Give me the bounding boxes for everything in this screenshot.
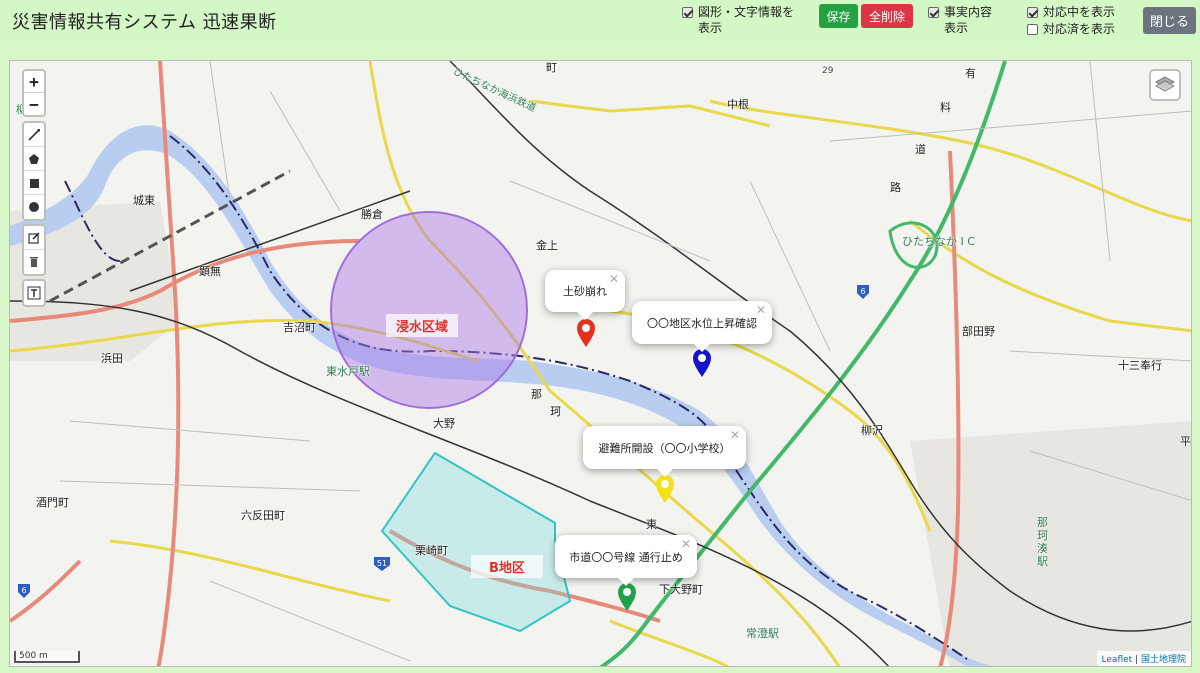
draw-circle-icon[interactable] — [24, 195, 44, 219]
popup-text: 土砂崩れ — [563, 285, 607, 298]
popup-text: 市道〇〇号線 通行止め — [569, 550, 683, 564]
place-label: 顕無 — [199, 265, 221, 278]
text-tool-icon[interactable] — [24, 281, 44, 305]
close-button[interactable]: 閉じる — [1143, 7, 1196, 34]
map-marker-icon[interactable] — [576, 318, 596, 348]
place-label: 金上 — [536, 239, 558, 252]
place-label: 那珂湊駅 — [1037, 516, 1048, 568]
route-shield-icon: 51 — [374, 557, 390, 571]
place-label: 有 — [965, 67, 976, 80]
trash-icon[interactable] — [24, 250, 44, 274]
place-label: 道 — [915, 143, 926, 156]
place-label: 下大野町 — [659, 583, 703, 596]
checkbox-icon[interactable] — [682, 7, 693, 18]
draw-rectangle-icon[interactable] — [24, 171, 44, 195]
show-details-label: 事実内容 — [944, 5, 993, 19]
place-label: 東 — [646, 518, 657, 531]
place-label: 町 — [546, 61, 557, 74]
route-shield-icon: 6 — [857, 285, 869, 299]
place-label: 中根 — [727, 98, 749, 111]
popup-close-icon[interactable]: ✕ — [730, 428, 740, 442]
place-label: 十三奉行 — [1118, 359, 1162, 372]
place-label: ひたちなか I C — [902, 235, 975, 248]
draw-polyline-icon[interactable] — [24, 123, 44, 147]
zoom-in-button[interactable]: + — [24, 71, 44, 93]
leaflet-link[interactable]: Leaflet — [1102, 655, 1133, 665]
gsi-link[interactable]: 国土地理院 — [1141, 655, 1186, 665]
zoom-control: + − — [22, 69, 46, 117]
place-label: 浜田 — [101, 352, 123, 365]
layers-icon — [1155, 76, 1175, 92]
show-details-label-2: 表示 — [944, 21, 969, 35]
place-label: 常澄駅 — [746, 627, 779, 640]
show-in-progress-checkbox[interactable]: 対応中を表示 — [1027, 4, 1115, 20]
show-details-checkbox[interactable]: 事実内容 表示 — [928, 4, 992, 36]
place-label: 那 — [531, 388, 542, 401]
zoom-out-button[interactable]: − — [24, 93, 44, 115]
place-label: 料 — [940, 101, 951, 114]
place-label: 平 — [1180, 435, 1191, 448]
text-toolbar — [22, 279, 46, 307]
marker-popup[interactable]: 避難所開設（〇〇小学校） ✕ — [583, 426, 746, 477]
map-marker-icon[interactable] — [655, 474, 675, 504]
save-button[interactable]: 保存 — [819, 4, 858, 28]
draw-polygon-icon[interactable] — [24, 147, 44, 171]
header-bar: 災害情報共有システム 迅速果断 図形・文字情報を 表示 保存 全削除 事実内容 表示… — [0, 0, 1200, 44]
app-title: 災害情報共有システム 迅速果断 — [12, 12, 277, 33]
place-label: 酒門町 — [36, 496, 69, 509]
show-shapes-label: 図形・文字情報を — [698, 5, 795, 19]
popup-text: 避難所開設（〇〇小学校） — [598, 441, 731, 455]
b-district-label: B地区 — [471, 555, 543, 578]
map-marker-icon[interactable] — [692, 348, 712, 378]
place-label: 勝倉 — [361, 208, 383, 221]
marker-popup[interactable]: 土砂崩れ ✕ — [545, 270, 625, 320]
place-label: 路 — [890, 181, 901, 194]
map-marker-icon[interactable] — [617, 582, 637, 612]
place-label: 栗崎町 — [415, 544, 448, 557]
place-label: 東水戸駅 — [326, 365, 370, 378]
place-label: 大野 — [433, 417, 455, 430]
show-shapes-label-2: 表示 — [698, 21, 723, 35]
show-in-progress-label: 対応中を表示 — [1043, 5, 1116, 19]
show-done-checkbox[interactable]: 対応済を表示 — [1027, 21, 1115, 37]
checkbox-icon[interactable] — [1027, 7, 1038, 18]
place-label: 部田野 — [962, 325, 995, 338]
marker-popup[interactable]: 市道〇〇号線 通行止め ✕ — [555, 535, 697, 586]
popup-close-icon[interactable]: ✕ — [756, 303, 766, 317]
layers-button[interactable] — [1149, 69, 1181, 101]
route-shield-icon: 6 — [18, 584, 30, 598]
checkbox-icon[interactable] — [928, 7, 939, 18]
place-label: 吉沼町 — [283, 321, 316, 334]
flood-zone-label: 浸水区域 — [386, 314, 459, 337]
attribution-separator: | — [1135, 655, 1139, 665]
svg-text:51: 51 — [377, 559, 387, 568]
checkbox-icon[interactable] — [1027, 24, 1038, 35]
road-number: 29 — [822, 66, 834, 76]
show-shapes-checkbox[interactable]: 図形・文字情報を 表示 — [682, 4, 794, 36]
popup-close-icon[interactable]: ✕ — [609, 272, 619, 286]
show-done-label: 対応済を表示 — [1043, 22, 1116, 36]
edit-toolbar — [22, 224, 46, 276]
marker-popup[interactable]: 〇〇地区水位上昇確認 ✕ — [632, 301, 772, 352]
map-view[interactable]: 柳駅 城東 顕無 勝倉 金上 吉沼町 浜田 東水戸駅 大野 酒門町 六反田町 栗… — [9, 60, 1192, 667]
place-label: 珂 — [550, 405, 561, 418]
clear-all-button[interactable]: 全削除 — [861, 4, 913, 28]
popup-close-icon[interactable]: ✕ — [681, 537, 691, 551]
svg-text:6: 6 — [860, 287, 865, 296]
place-label: 城東 — [133, 194, 155, 207]
draw-toolbar — [22, 121, 46, 221]
place-label: 柳沢 — [861, 424, 883, 437]
popup-text: 〇〇地区水位上昇確認 — [647, 316, 757, 330]
scale-bar: 500 m — [14, 651, 80, 663]
place-label: 六反田町 — [241, 509, 285, 522]
svg-text:6: 6 — [21, 586, 26, 595]
attribution: Leaflet | 国土地理院 — [1096, 651, 1191, 666]
edit-icon[interactable] — [24, 226, 44, 250]
